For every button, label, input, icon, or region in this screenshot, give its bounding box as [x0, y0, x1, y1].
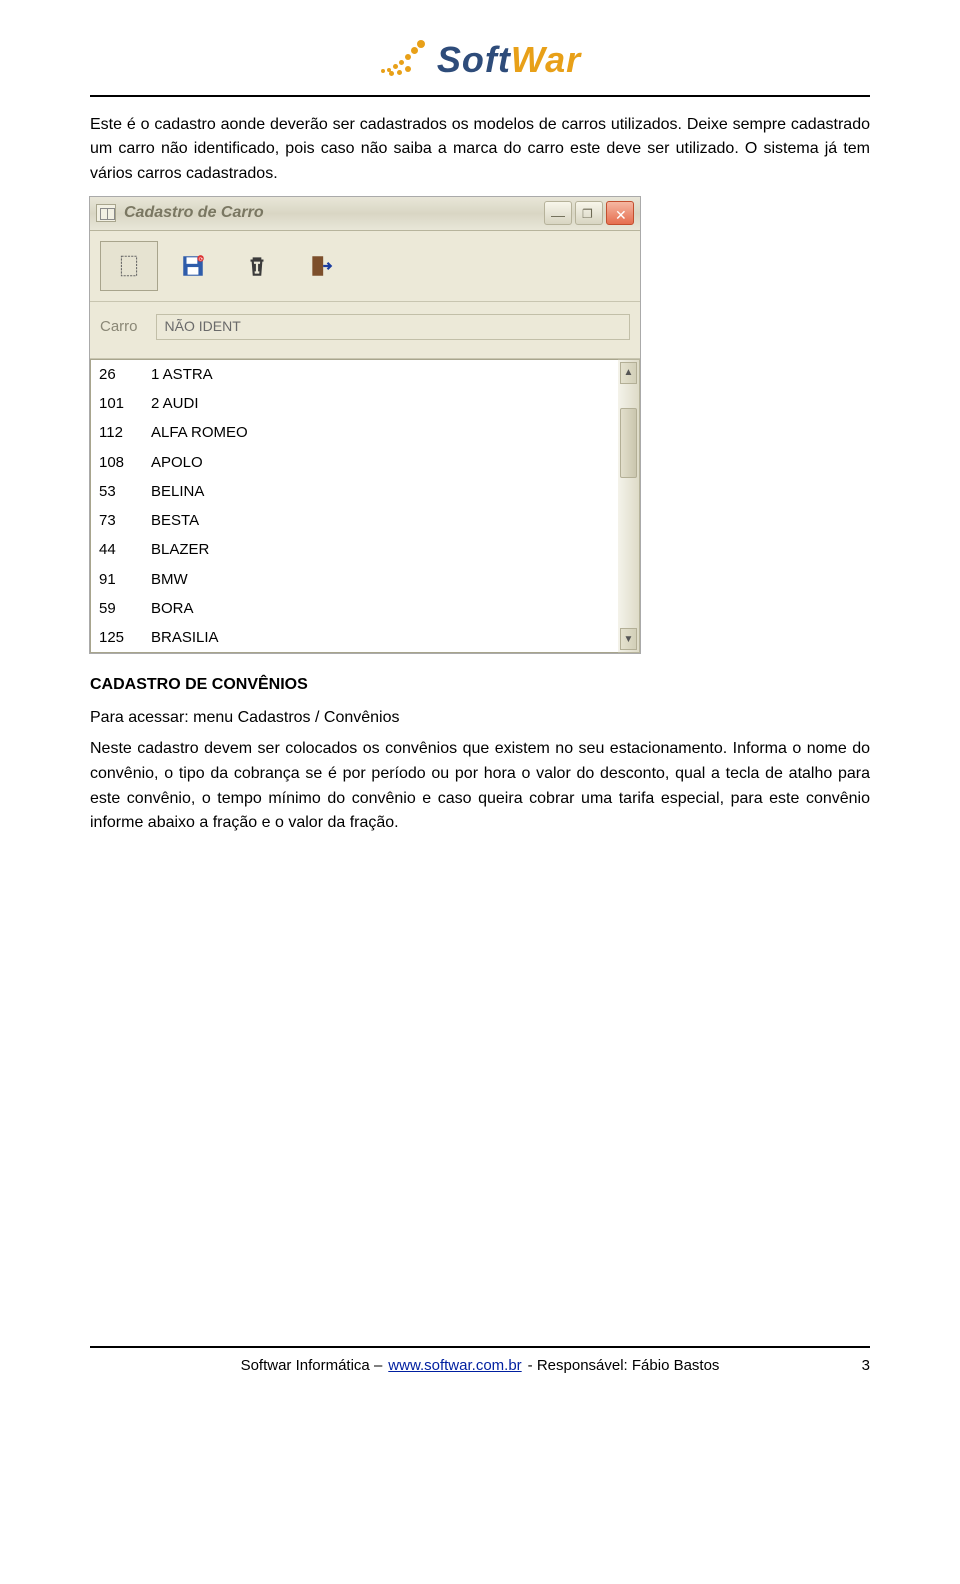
footer-responsible: - Responsável: Fábio Bastos: [528, 1354, 720, 1377]
field-label-carro: Carro: [100, 315, 138, 338]
header-divider: [90, 95, 870, 97]
section-access-path: Para acessar: menu Cadastros / Convênios: [90, 706, 870, 731]
list-item[interactable]: 1012 AUDI: [91, 389, 618, 418]
document-icon: [116, 253, 142, 279]
scrollbar[interactable]: ▲ ▼: [618, 359, 640, 654]
section-heading-convenios: CADASTRO DE CONVÊNIOS: [90, 673, 870, 698]
logo-dots-icon: [379, 40, 429, 80]
list-item[interactable]: 108APOLO: [91, 448, 618, 477]
logo-text-right: War: [511, 32, 581, 88]
save-button[interactable]: ⟳: [164, 241, 222, 291]
logo-text-left: Soft: [437, 32, 511, 88]
list-item[interactable]: 91BMW: [91, 565, 618, 594]
exit-door-icon: [308, 253, 334, 279]
list-item[interactable]: 44BLAZER: [91, 535, 618, 564]
scroll-up-icon[interactable]: ▲: [620, 362, 637, 384]
window-cadastro-carro: Cadastro de Carro ⟳ Carro: [90, 197, 640, 653]
maximize-button[interactable]: [575, 201, 603, 225]
close-button[interactable]: [606, 201, 634, 225]
footer-company: Softwar Informática –: [241, 1354, 383, 1377]
page-footer: Softwar Informática – www.softwar.com.br…: [90, 1348, 870, 1377]
scroll-thumb[interactable]: [620, 408, 637, 478]
svg-text:⟳: ⟳: [199, 257, 204, 263]
list-item[interactable]: 112ALFA ROMEO: [91, 418, 618, 447]
footer-link[interactable]: www.softwar.com.br: [388, 1354, 521, 1377]
list-item[interactable]: 53BELINA: [91, 477, 618, 506]
minimize-button[interactable]: [544, 201, 572, 225]
floppy-icon: ⟳: [180, 253, 206, 279]
scroll-down-icon[interactable]: ▼: [620, 628, 637, 650]
list-item[interactable]: 73BESTA: [91, 506, 618, 535]
window-icon: [96, 204, 116, 222]
logo: Soft War: [379, 32, 581, 88]
list-item[interactable]: 59BORA: [91, 594, 618, 623]
page-number: 3: [862, 1354, 870, 1377]
list-item[interactable]: 261 ASTRA: [91, 360, 618, 389]
car-list[interactable]: 261 ASTRA 1012 AUDI 112ALFA ROMEO 108APO…: [90, 359, 618, 654]
page-header: Soft War: [90, 32, 870, 89]
window-titlebar[interactable]: Cadastro de Carro: [90, 197, 640, 231]
intro-paragraph: Este é o cadastro aonde deverão ser cada…: [90, 113, 870, 187]
carro-input[interactable]: NÃO IDENT: [156, 314, 630, 340]
delete-button[interactable]: [228, 241, 286, 291]
field-row: Carro NÃO IDENT: [90, 302, 640, 359]
section-description: Neste cadastro devem ser colocados os co…: [90, 737, 870, 836]
new-button[interactable]: [100, 241, 158, 291]
exit-button[interactable]: [292, 241, 350, 291]
window-title: Cadastro de Carro: [124, 201, 541, 226]
trash-icon: [244, 253, 270, 279]
list-item[interactable]: 125BRASILIA: [91, 623, 618, 652]
toolbar: ⟳: [90, 231, 640, 302]
